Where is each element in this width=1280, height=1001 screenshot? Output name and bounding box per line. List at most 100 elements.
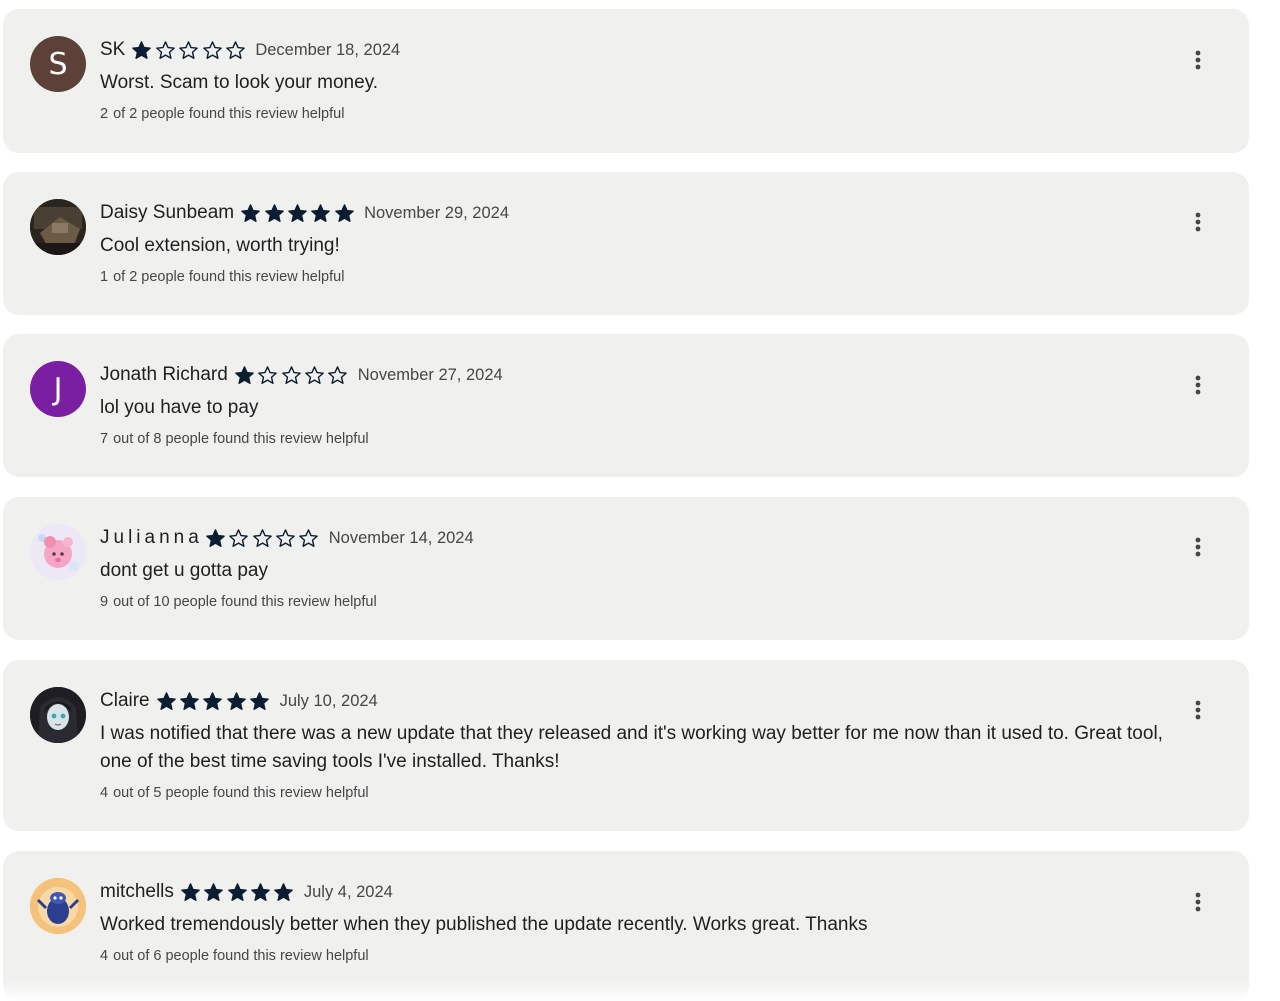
review-card: S SK December 18, 2024 Worst. Scam to lo… <box>3 9 1249 153</box>
star-filled-icon <box>264 203 284 222</box>
star-filled-icon <box>288 203 307 222</box>
more-vert-icon <box>1195 50 1201 70</box>
reviewer-name: SK <box>100 39 126 60</box>
star-outline-icon <box>179 40 199 59</box>
star-outline-icon <box>305 365 324 384</box>
more-vert-icon <box>1195 537 1201 557</box>
star-rating <box>156 691 273 712</box>
star-outline-icon <box>328 365 348 384</box>
helpful-text: of 2 people found this review helpful <box>113 269 345 285</box>
review-card: mitchells July 4, 2024 Worked tremendous… <box>3 851 1249 1001</box>
helpful-count: 2 <box>100 106 109 122</box>
avatar: J <box>30 361 86 417</box>
star-filled-icon <box>311 203 331 222</box>
helpful-count: 9 <box>100 594 109 610</box>
star-outline-icon <box>299 528 319 547</box>
review-header: Julianna November 14, 2024 <box>100 525 474 551</box>
review-header: mitchells July 4, 2024 <box>100 879 393 905</box>
star-outline-icon <box>252 528 272 547</box>
reviewer-name: Daisy Sunbeam <box>100 202 235 223</box>
avatar <box>30 687 86 743</box>
star-filled-icon <box>203 691 223 710</box>
helpful-info: 1 of 2 people found this review helpful <box>100 269 344 285</box>
helpful-info: 2 of 2 people found this review helpful <box>100 106 344 122</box>
star-filled-icon <box>227 882 247 901</box>
more-vert-icon <box>1195 375 1201 395</box>
reviewer-name: Jonath Richard <box>100 364 228 385</box>
reviewer-name: Claire <box>100 690 150 711</box>
helpful-text: of 2 people found this review helpful <box>113 106 345 122</box>
review-header: Jonath Richard November 27, 2024 <box>100 362 503 388</box>
review-header: SK December 18, 2024 <box>100 37 400 63</box>
review-date: November 27, 2024 <box>357 365 503 384</box>
star-rating <box>180 882 297 903</box>
star-filled-icon <box>241 203 260 222</box>
star-outline-icon <box>202 40 222 59</box>
star-filled-icon <box>204 882 224 901</box>
review-text: dont get u gotta pay <box>100 560 268 581</box>
more-options-button[interactable] <box>1183 370 1213 400</box>
more-options-button[interactable] <box>1183 887 1213 917</box>
helpful-text: out of 10 people found this review helpf… <box>113 594 377 610</box>
avatar <box>30 524 86 580</box>
review-date: December 18, 2024 <box>255 40 401 59</box>
review-text: Cool extension, worth trying! <box>100 235 340 256</box>
more-options-button[interactable] <box>1183 532 1213 562</box>
helpful-count: 4 <box>100 948 109 964</box>
helpful-count: 4 <box>100 785 109 801</box>
review-card: Julianna November 14, 2024 dont get u go… <box>3 497 1249 640</box>
star-filled-icon <box>274 882 294 901</box>
star-outline-icon <box>226 40 245 59</box>
review-header: Claire July 10, 2024 <box>100 688 378 714</box>
avatar <box>30 878 86 934</box>
reviewer-name: Julianna <box>100 527 203 548</box>
review-card: Daisy Sunbeam November 29, 2024 Cool ext… <box>3 172 1249 315</box>
helpful-info: 9 out of 10 people found this review help… <box>100 594 377 610</box>
review-text: I was notified that there was a new upda… <box>100 723 1163 772</box>
star-rating <box>240 203 357 224</box>
review-text: Worst. Scam to look your money. <box>100 72 379 93</box>
star-filled-icon <box>181 882 200 901</box>
star-filled-icon <box>334 203 354 222</box>
helpful-info: 4 out of 6 people found this review helpf… <box>100 948 369 964</box>
star-filled-icon <box>250 691 270 710</box>
review-date: July 10, 2024 <box>279 691 378 710</box>
star-outline-icon <box>258 365 278 384</box>
helpful-count: 7 <box>100 431 109 447</box>
star-outline-icon <box>276 528 295 547</box>
helpful-text: out of 8 people found this review helpfu… <box>113 431 369 447</box>
star-outline-icon <box>281 365 301 384</box>
star-outline-icon <box>229 528 249 547</box>
review-card: Claire July 10, 2024 I was notified that… <box>3 660 1249 831</box>
star-rating <box>234 365 351 386</box>
more-options-button[interactable] <box>1183 695 1213 725</box>
avatar-letter: S <box>48 46 68 82</box>
more-vert-icon <box>1195 892 1201 912</box>
more-options-button[interactable] <box>1183 45 1213 75</box>
avatar-photo <box>30 524 86 580</box>
avatar: S <box>30 36 86 92</box>
review-date: July 4, 2024 <box>303 882 393 901</box>
star-rating <box>205 528 322 549</box>
avatar-photo <box>30 878 86 934</box>
helpful-text: out of 5 people found this review helpfu… <box>113 785 369 801</box>
review-card: J Jonath Richard November 27, 2024 lol y… <box>3 334 1249 477</box>
star-rating <box>131 40 248 61</box>
review-list: S SK December 18, 2024 Worst. Scam to lo… <box>0 0 1280 1001</box>
helpful-text: out of 6 people found this review helpfu… <box>113 948 369 964</box>
star-filled-icon <box>132 40 152 59</box>
avatar-letter: J <box>53 371 63 407</box>
star-filled-icon <box>251 882 270 901</box>
star-filled-icon <box>156 691 176 710</box>
more-vert-icon <box>1195 700 1201 720</box>
avatar-photo <box>30 199 86 255</box>
more-options-button[interactable] <box>1183 207 1213 237</box>
star-filled-icon <box>205 528 225 547</box>
review-date: November 14, 2024 <box>328 528 474 547</box>
helpful-info: 4 out of 5 people found this review helpf… <box>100 785 369 801</box>
review-text: lol you have to pay <box>100 397 259 418</box>
helpful-count: 1 <box>100 269 109 285</box>
more-vert-icon <box>1195 212 1201 232</box>
review-header: Daisy Sunbeam November 29, 2024 <box>100 200 509 226</box>
review-text: Worked tremendously better when they pub… <box>100 914 868 935</box>
